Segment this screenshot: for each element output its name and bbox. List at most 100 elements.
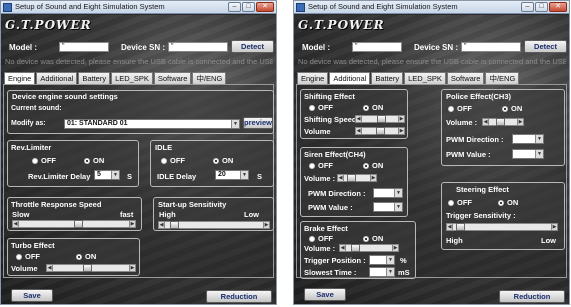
shifting-volume-label: Volume xyxy=(304,127,331,136)
chevron-down-icon: ▼ xyxy=(386,256,394,264)
close-button[interactable]: ✕ xyxy=(549,2,567,12)
tab-software[interactable]: Software xyxy=(446,72,485,84)
arrow-right-icon[interactable]: ▶ xyxy=(263,221,270,229)
rev-limiter-delay-unit: S xyxy=(127,172,133,181)
model-label: Model : xyxy=(302,43,330,52)
turbo-off-radio[interactable]: OFF xyxy=(16,252,40,261)
startup-slider[interactable]: ◀ ▶ xyxy=(158,221,270,229)
brake-off-radio[interactable]: OFF xyxy=(309,234,333,243)
tab-additional[interactable]: Additional xyxy=(329,72,371,84)
idle-delay-select[interactable]: 20 ▼ xyxy=(215,170,249,180)
minimize-button[interactable]: – xyxy=(521,2,534,12)
arrow-left-icon[interactable]: ◀ xyxy=(158,221,165,229)
slider-thumb[interactable] xyxy=(455,223,465,231)
throttle-slider[interactable]: ◀ ▶ xyxy=(12,220,136,228)
rev-limiter-delay-select[interactable]: 5 ▼ xyxy=(94,170,120,180)
tab-software[interactable]: Software xyxy=(153,72,192,84)
siren-pwm-direction-label: PWM Direction : xyxy=(308,189,366,198)
siren-volume-label: Volume : xyxy=(304,174,336,183)
arrow-left-icon[interactable]: ◀ xyxy=(355,127,362,135)
arrow-right-icon[interactable]: ▶ xyxy=(551,223,558,231)
maximize-button[interactable]: □ xyxy=(242,2,255,12)
idle-on-radio[interactable]: ON xyxy=(213,156,233,165)
close-button[interactable]: ✕ xyxy=(256,2,274,12)
detect-button[interactable]: Detect xyxy=(524,40,567,53)
idle-off-radio[interactable]: OFF xyxy=(161,156,185,165)
arrow-left-icon[interactable]: ◀ xyxy=(339,244,346,252)
rev-limiter-off-radio[interactable]: OFF xyxy=(32,156,56,165)
siren-pwm-value-select[interactable]: ▼ xyxy=(373,202,403,212)
turbo-volume-slider[interactable]: ◀ ▶ xyxy=(46,264,136,272)
slider-thumb[interactable] xyxy=(170,221,180,229)
steering-off-radio[interactable]: OFF xyxy=(448,198,472,207)
shifting-speed-slider[interactable]: ◀ ▶ xyxy=(355,115,405,123)
slider-thumb[interactable] xyxy=(376,115,386,123)
tab-engine[interactable]: Engine xyxy=(4,72,36,84)
maximize-button[interactable]: □ xyxy=(535,2,548,12)
siren-on-radio[interactable]: ON xyxy=(363,161,383,170)
arrow-left-icon[interactable]: ◀ xyxy=(355,115,362,123)
arrow-right-icon[interactable]: ▶ xyxy=(129,264,136,272)
shifting-volume-slider[interactable]: ◀ ▶ xyxy=(355,127,405,135)
device-sn-field[interactable]: " xyxy=(461,42,521,52)
arrow-right-icon[interactable]: ▶ xyxy=(370,174,377,182)
rev-limiter-on-radio[interactable]: ON xyxy=(84,156,104,165)
preview-button[interactable]: preview xyxy=(243,117,273,129)
tab-battery[interactable]: Battery xyxy=(371,72,404,84)
arrow-left-icon[interactable]: ◀ xyxy=(12,220,19,228)
tab-battery[interactable]: Battery xyxy=(78,72,111,84)
police-on-radio[interactable]: ON xyxy=(502,104,522,113)
siren-off-radio[interactable]: OFF xyxy=(309,161,333,170)
siren-pwm-direction-select[interactable]: ▼ xyxy=(373,188,403,198)
model-field[interactable]: " xyxy=(59,42,109,52)
brake-volume-label: Volume : xyxy=(304,244,336,253)
police-off-radio[interactable]: OFF xyxy=(448,104,472,113)
turbo-on-radio[interactable]: ON xyxy=(76,252,96,261)
brake-volume-slider[interactable]: ◀ ▶ xyxy=(339,244,399,252)
slider-thumb[interactable] xyxy=(74,220,84,228)
arrow-right-icon[interactable]: ▶ xyxy=(398,127,405,135)
tab-led-spk[interactable]: LED_SPK xyxy=(111,72,153,84)
save-button[interactable]: Save xyxy=(304,288,346,301)
police-pwm-value-select[interactable]: ▼ xyxy=(512,149,544,159)
arrow-left-icon[interactable]: ◀ xyxy=(446,223,453,231)
slider-thumb[interactable] xyxy=(495,118,505,126)
device-sn-field[interactable]: " xyxy=(168,42,228,52)
steering-trigger-slider[interactable]: ◀ ▶ xyxy=(446,223,558,231)
arrow-left-icon[interactable]: ◀ xyxy=(46,264,53,272)
tab-led-spk[interactable]: LED_SPK xyxy=(404,72,446,84)
siren-volume-slider[interactable]: ◀ ▶ xyxy=(337,174,377,182)
arrow-right-icon[interactable]: ▶ xyxy=(398,115,405,123)
model-field[interactable]: " xyxy=(352,42,402,52)
arrow-left-icon[interactable]: ◀ xyxy=(482,118,489,126)
shifting-off-radio[interactable]: OFF xyxy=(309,103,333,112)
slider-thumb[interactable] xyxy=(346,174,356,182)
minimize-button[interactable]: – xyxy=(228,2,241,12)
slider-thumb[interactable] xyxy=(83,264,93,272)
tab-additional[interactable]: Additional xyxy=(36,72,78,84)
engine-sound-select[interactable]: 01: STANDARD 01 ▼ xyxy=(64,119,240,129)
brake-on-radio[interactable]: ON xyxy=(363,234,383,243)
arrow-right-icon[interactable]: ▶ xyxy=(517,118,524,126)
slider-thumb[interactable] xyxy=(375,127,385,135)
shifting-on-radio[interactable]: ON xyxy=(363,103,383,112)
reduction-button[interactable]: Reduction xyxy=(499,290,565,303)
slider-thumb[interactable] xyxy=(350,244,360,252)
police-pwm-direction-select[interactable]: ▼ xyxy=(512,134,544,144)
brake-trigger-position-select[interactable]: ▼ xyxy=(369,255,395,265)
brake-slowest-time-select[interactable]: ▼ xyxy=(369,267,395,277)
tab-engine[interactable]: Engine xyxy=(297,72,329,84)
reduction-button[interactable]: Reduction xyxy=(206,290,272,303)
steering-on-radio[interactable]: ON xyxy=(498,198,518,207)
tab-language[interactable]: 中/ENG xyxy=(192,72,227,84)
throttle-fast-label: fast xyxy=(120,210,134,219)
arrow-right-icon[interactable]: ▶ xyxy=(392,244,399,252)
chevron-down-icon: ▼ xyxy=(111,171,119,179)
arrow-right-icon[interactable]: ▶ xyxy=(129,220,136,228)
detect-button[interactable]: Detect xyxy=(231,40,274,53)
police-volume-slider[interactable]: ◀ ▶ xyxy=(482,118,524,126)
tab-language[interactable]: 中/ENG xyxy=(485,72,520,84)
rev-limiter-group: Rev.Limiter OFF ON Rev.Limiter Delay 5 ▼… xyxy=(7,140,139,187)
arrow-left-icon[interactable]: ◀ xyxy=(337,174,344,182)
save-button[interactable]: Save xyxy=(11,289,53,302)
